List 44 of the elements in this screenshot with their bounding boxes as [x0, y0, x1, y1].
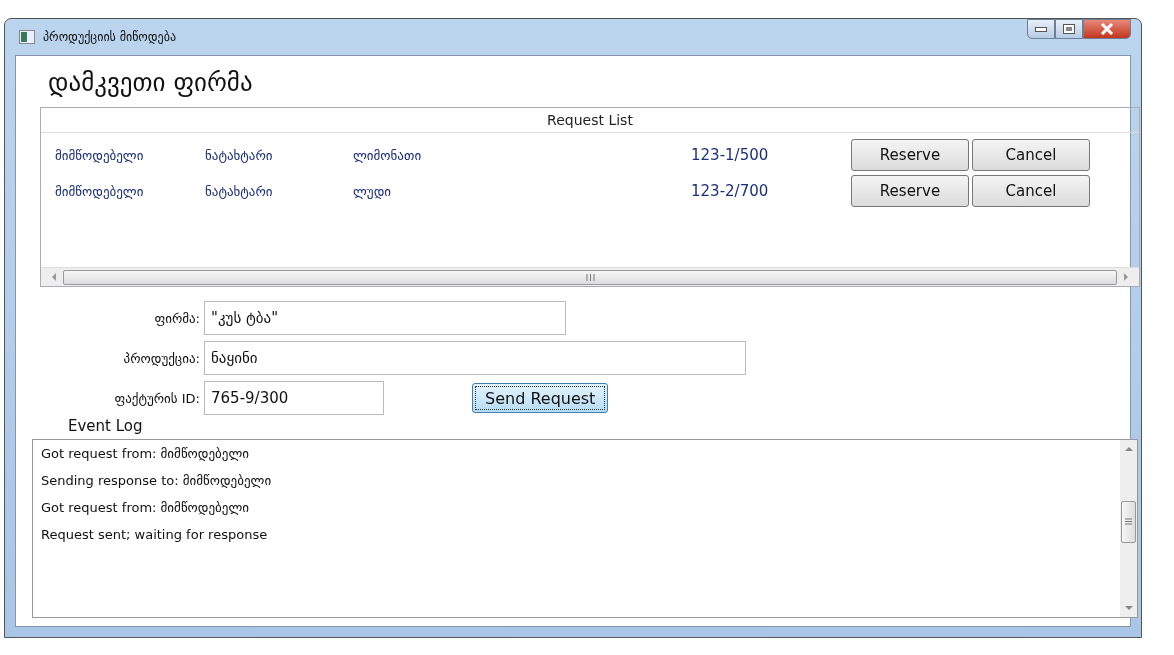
reserve-button[interactable]: Reserve	[851, 175, 969, 207]
sender-text: მიმწოდებელი	[54, 183, 145, 199]
horizontal-scrollbar[interactable]	[41, 267, 1139, 286]
scroll-up-icon	[1124, 446, 1133, 452]
scroll-thumb[interactable]	[63, 269, 1117, 285]
app-icon	[19, 30, 35, 44]
log-line: Got request from: მიმწოდებელი	[41, 446, 250, 461]
company-text: ნატახტარი	[205, 183, 274, 199]
grip-icon	[1125, 518, 1132, 525]
log-line: Request sent; waiting for response	[41, 527, 269, 542]
list-header: Request List	[41, 108, 1139, 133]
close-icon	[1100, 23, 1114, 35]
field-label: ფაქტურის ID:	[113, 390, 201, 406]
minimize-icon	[1035, 26, 1047, 32]
grip-icon	[585, 273, 595, 281]
close-button[interactable]	[1083, 19, 1131, 39]
invoice-text: 123-2/700	[691, 182, 770, 200]
field-label: ფირმა:	[153, 310, 201, 326]
cancel-button[interactable]: Cancel	[972, 139, 1090, 171]
scroll-thumb[interactable]	[1121, 500, 1136, 543]
input-field[interactable]: "კუს ტბა"	[204, 301, 566, 335]
window-title: პროდუქციის მიწოდება	[43, 30, 176, 44]
log-line: Got request from: მიმწოდებელი	[41, 500, 250, 515]
company-text: ნატახტარი	[205, 147, 274, 163]
product-text: ლიმონათი	[353, 147, 423, 163]
input-field[interactable]: ნაყინი	[204, 341, 746, 375]
vertical-scrollbar[interactable]	[1120, 440, 1137, 617]
maximize-icon	[1063, 24, 1075, 34]
page-heading: დამკვეთი ფირმა	[48, 68, 254, 97]
cancel-button[interactable]: Cancel	[972, 175, 1090, 207]
maximize-button[interactable]	[1055, 19, 1083, 39]
log-line: Sending response to: მიმწოდებელი	[41, 473, 273, 488]
minimize-button[interactable]	[1027, 19, 1055, 39]
event-log-title: Event Log	[68, 417, 144, 435]
sender-text: მიმწოდებელი	[54, 147, 145, 163]
reserve-button[interactable]: Reserve	[851, 139, 969, 171]
send-request-button[interactable]: Send Request	[472, 383, 609, 413]
invoice-text: 123-1/500	[691, 146, 770, 164]
product-text: ლუდი	[353, 183, 392, 199]
scroll-left-icon	[51, 273, 57, 281]
scroll-down-icon	[1124, 605, 1133, 611]
scroll-right-icon	[1123, 273, 1129, 281]
input-field[interactable]: 765-9/300	[204, 381, 384, 415]
field-label: პროდუქცია:	[122, 350, 201, 366]
